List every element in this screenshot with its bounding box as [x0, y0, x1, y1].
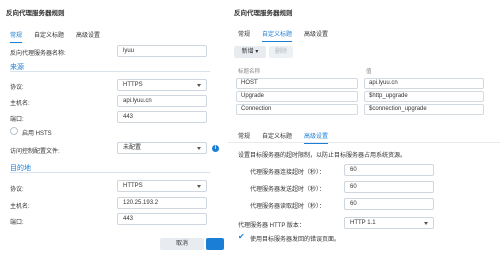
dest-protocol-label: 协议: [10, 187, 24, 193]
hsts-label: 启用 HSTS [22, 131, 52, 137]
acl-select[interactable]: 未配置 [117, 142, 207, 154]
confirm-button[interactable] [206, 238, 224, 250]
acl-label: 访问控制配置文件: [10, 149, 60, 155]
tab-general[interactable]: 常规 [238, 29, 250, 42]
dest-host-input[interactable]: 120.25.193.2 [117, 197, 207, 209]
source-host-label: 主机名: [10, 101, 30, 107]
add-button[interactable]: 新增 ▾ [234, 46, 266, 58]
checkmark-icon[interactable]: ✔ [238, 233, 246, 241]
http-version-label: 代理服务器 HTTP 版本： [238, 223, 305, 229]
header-value-cell[interactable]: $http_upgrade [364, 91, 484, 102]
tab-bar: 常规 自定义标题 高级设置 [238, 29, 328, 42]
dialog-title: 反向代理服务器规则 [6, 10, 65, 17]
right-custom-header-dialog: 反向代理服务器规则 常规 自定义标题 高级设置 新增 ▾ 删除 标题名称 值 H… [228, 0, 500, 124]
tab-bar: 常规 自定义标题 高级设置 [10, 30, 100, 43]
header-name-cell[interactable]: HOST [236, 78, 358, 89]
left-rule-dialog: 反向代理服务器规则 常规 自定义标题 高级设置 反向代理服务器名称: lyuu … [0, 0, 224, 273]
send-timeout-label: 代理服务器发送超时（秒）： [250, 187, 326, 193]
col-header-name: 标题名称 [238, 69, 261, 75]
header-value-cell[interactable]: $connection_upgrade [364, 104, 484, 115]
connect-timeout-input[interactable]: 60 [344, 164, 434, 176]
http-version-select[interactable]: HTTP 1.1 [344, 217, 434, 229]
tab-advanced[interactable]: 高级设置 [304, 29, 328, 42]
dest-divider [10, 172, 210, 173]
source-protocol-select[interactable]: HTTPS [117, 79, 207, 91]
use-error-page-label: 使用目标服务器发回的错误页面。 [250, 237, 341, 243]
dialog-title: 反向代理服务器规则 [234, 10, 293, 17]
name-label: 反向代理服务器名称: [10, 51, 66, 57]
tab-custom-header[interactable]: 自定义标题 [34, 30, 64, 43]
source-divider [10, 71, 210, 72]
tab-advanced[interactable]: 高级设置 [76, 30, 100, 43]
connect-timeout-label: 代理服务器连接超时（秒）： [250, 170, 326, 176]
col-header-value: 值 [366, 69, 372, 75]
source-port-input[interactable]: 443 [117, 111, 207, 123]
name-input[interactable]: lyuu [117, 45, 207, 57]
timeout-description: 设置目标服务器的超时限制，以防止目标服务器占用系统资源。 [238, 153, 407, 159]
header-name-cell[interactable]: Upgrade [236, 91, 358, 102]
read-timeout-label: 代理服务器读取超时（秒）： [250, 204, 326, 210]
send-timeout-input[interactable]: 60 [344, 181, 434, 193]
tab-divider [228, 142, 500, 143]
header-name-cell[interactable]: Connection [236, 104, 358, 115]
header-value-cell[interactable]: api.lyuu.cn [364, 78, 484, 89]
dest-port-label: 端口: [10, 220, 24, 226]
dest-protocol-select[interactable]: HTTPS [117, 180, 207, 192]
source-protocol-label: 协议: [10, 85, 24, 91]
cancel-button[interactable]: 取消 [160, 238, 204, 250]
dest-host-label: 主机名: [10, 204, 30, 210]
dest-port-input[interactable]: 443 [117, 213, 207, 225]
info-icon[interactable]: i [212, 145, 219, 152]
hsts-checkbox[interactable] [10, 127, 18, 135]
right-advanced-dialog: 常规 自定义标题 高级设置 设置目标服务器的超时限制，以防止目标服务器占用系统资… [228, 125, 500, 273]
tab-general[interactable]: 常规 [10, 30, 23, 43]
delete-button[interactable]: 删除 [269, 46, 293, 58]
read-timeout-input[interactable]: 60 [344, 198, 434, 210]
tab-custom-header[interactable]: 自定义标题 [262, 29, 293, 42]
source-host-input[interactable]: api.lyuu.cn [117, 95, 207, 107]
source-port-label: 端口: [10, 117, 24, 123]
